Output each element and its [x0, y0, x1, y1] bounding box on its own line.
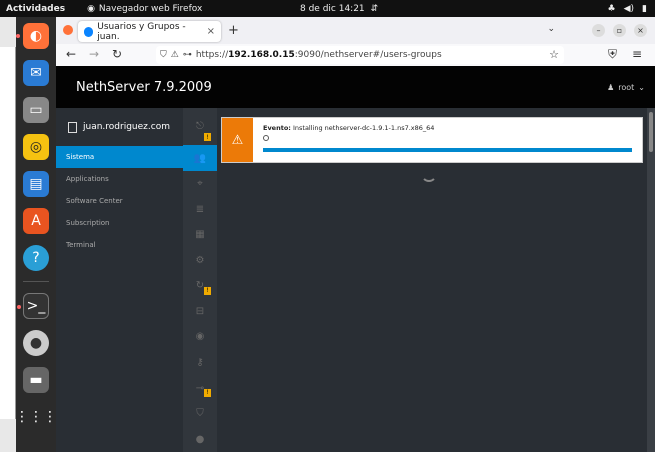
system-tray[interactable]: ♣ ◀) ▮: [608, 4, 647, 14]
storage-icon[interactable]: ≣: [183, 196, 217, 222]
permissions-icon[interactable]: ⊶: [183, 50, 192, 60]
page-scrollbar[interactable]: [647, 108, 655, 452]
cockpit-header: NethServer 7.9.2009 ♟ root ⌄: [56, 66, 655, 108]
progress-bar: [263, 148, 632, 152]
tab-users-groups[interactable]: Usuarios y Grupos - juan. ×: [78, 21, 221, 42]
dock: ◐ ✉ ▭ ◎ ▤ A ? >_ ● ▬ ⋮⋮⋮: [15, 17, 57, 452]
shield-icon[interactable]: ⛉: [160, 50, 167, 60]
logs-icon[interactable]: ●: [183, 426, 217, 452]
thunderbird-icon[interactable]: ✉: [23, 60, 49, 86]
loading-spinner-icon: [421, 166, 437, 182]
disk-icon[interactable]: ◉: [183, 324, 217, 350]
maximize-button[interactable]: ▫: [613, 24, 626, 37]
software-icon[interactable]: A: [23, 208, 49, 234]
nav-terminal[interactable]: Terminal: [56, 234, 183, 256]
navigation-toolbar: ← → ↻ ⛉ ⚠ ⊶ https://192.168.0.15:9090/ne…: [56, 44, 655, 66]
reload-icon[interactable]: ↻: [112, 47, 122, 61]
nav-applications[interactable]: Applications: [56, 168, 183, 190]
nav-software-center[interactable]: Software Center: [56, 190, 183, 212]
background-window-body: [0, 47, 16, 419]
notification-body: Evento: Installing nethserver-dc-1.9.1-1…: [253, 118, 642, 162]
app-grid-icon[interactable]: ⋮⋮⋮: [15, 404, 57, 430]
event-label: Evento:: [263, 124, 291, 132]
activities-button[interactable]: Actividades: [6, 4, 65, 14]
lock-icon[interactable]: ⚠: [171, 50, 179, 60]
software-update-icon[interactable]: ↻!: [183, 273, 217, 299]
tab-list-icon[interactable]: ⌄: [547, 24, 555, 34]
rhythmbox-icon[interactable]: ◎: [23, 134, 49, 160]
host-icon: [68, 121, 77, 133]
firefox-small-icon: ◉: [87, 3, 95, 14]
firefox-icon[interactable]: ◐: [16, 23, 49, 49]
background-window: [0, 17, 16, 452]
trash-icon[interactable]: ▬: [23, 367, 49, 393]
clock[interactable]: 8 de dic 14:21 ⇵: [300, 4, 378, 14]
files-icon[interactable]: ▭: [23, 97, 49, 123]
help-icon[interactable]: ?: [23, 245, 49, 271]
key-icon[interactable]: ⚷: [183, 350, 217, 376]
hardware-icon[interactable]: ▦: [183, 222, 217, 248]
close-tab-icon[interactable]: ×: [207, 26, 215, 37]
users-groups-icon[interactable]: 👥: [183, 145, 217, 171]
event-message: Installing nethserver-dc-1.9.1-1.ns7.x86…: [292, 124, 435, 132]
forward-icon[interactable]: →: [89, 47, 99, 61]
host-selector[interactable]: juan.rodriguez.com: [56, 108, 183, 146]
dashboard-icon[interactable]: ⎋!: [183, 108, 217, 145]
url-text: https://192.168.0.15:9090/nethserver#/us…: [195, 50, 442, 60]
user-name: root: [618, 82, 635, 92]
window-controls: – ▫ ×: [592, 24, 647, 37]
tab-title: Usuarios y Grupos - juan.: [97, 21, 186, 42]
notification-icon: ⇵: [370, 3, 379, 14]
battery-icon: ▮: [642, 3, 647, 14]
user-menu[interactable]: ♟ root ⌄: [607, 83, 645, 92]
writer-icon[interactable]: ▤: [23, 171, 49, 197]
close-window-button[interactable]: ×: [634, 24, 647, 37]
terminal-icon[interactable]: >_: [17, 293, 49, 319]
terminal-rail-icon[interactable]: ⊟: [183, 299, 217, 325]
system-top-bar: Actividades ◉ Navegador web Firefox 8 de…: [0, 0, 655, 17]
tab-bar: Usuarios y Grupos - juan. × + ⌄ – ▫ ×: [56, 17, 655, 44]
clock-text: 8 de dic 14:21: [300, 3, 365, 14]
disc-icon[interactable]: ●: [23, 330, 49, 356]
warning-icon: ⚠: [222, 118, 253, 162]
host-name: juan.rodriguez.com: [83, 122, 170, 132]
chevron-down-icon: ⌄: [638, 82, 645, 92]
main-panel: ⚠ Evento: Installing nethserver-dc-1.9.1…: [217, 108, 647, 452]
bookmark-star-icon[interactable]: ☆: [549, 48, 559, 61]
settings-icon[interactable]: ⚙: [183, 248, 217, 274]
app-name: Navegador web Firefox: [98, 3, 203, 14]
nav-subscription[interactable]: Subscription: [56, 212, 183, 234]
certificate-icon[interactable]: ⊸!: [183, 375, 217, 401]
minimize-button[interactable]: –: [592, 24, 605, 37]
firefox-view-icon[interactable]: [63, 25, 73, 35]
network-services-icon[interactable]: ⌖: [183, 171, 217, 197]
menu-icon[interactable]: ≡: [632, 47, 642, 61]
pocket-icon[interactable]: ⛨: [608, 47, 617, 62]
spinner-small-icon: [263, 135, 269, 141]
brand-title: NethServer 7.9.2009: [76, 79, 212, 95]
new-tab-button[interactable]: +: [228, 23, 239, 38]
user-icon: ♟: [607, 82, 615, 92]
back-icon[interactable]: ←: [66, 47, 76, 61]
tab-favicon: [84, 26, 94, 37]
sidebar: juan.rodriguez.com Sistema Applications …: [56, 108, 183, 452]
event-notification: ⚠ Evento: Installing nethserver-dc-1.9.1…: [221, 117, 643, 163]
app-menu[interactable]: ◉ Navegador web Firefox: [87, 4, 202, 14]
dock-separator: [23, 281, 49, 282]
cockpit-page: NethServer 7.9.2009 ♟ root ⌄ juan.rodrig…: [56, 66, 655, 452]
sub-nav-icons: ⎋! 👥 ⌖ ≣ ▦ ⚙ ↻! ⊟ ◉ ⚷ ⊸! ⛉ ●: [183, 108, 217, 452]
network-icon: ♣: [607, 3, 616, 14]
shield-rail-icon[interactable]: ⛉: [183, 401, 217, 427]
url-bar[interactable]: ⛉ ⚠ ⊶ https://192.168.0.15:9090/nethserv…: [156, 46, 564, 64]
browser-window: Usuarios y Grupos - juan. × + ⌄ – ▫ × ← …: [56, 17, 655, 452]
volume-icon: ◀): [623, 3, 635, 14]
nav-sistema[interactable]: Sistema: [56, 146, 183, 168]
